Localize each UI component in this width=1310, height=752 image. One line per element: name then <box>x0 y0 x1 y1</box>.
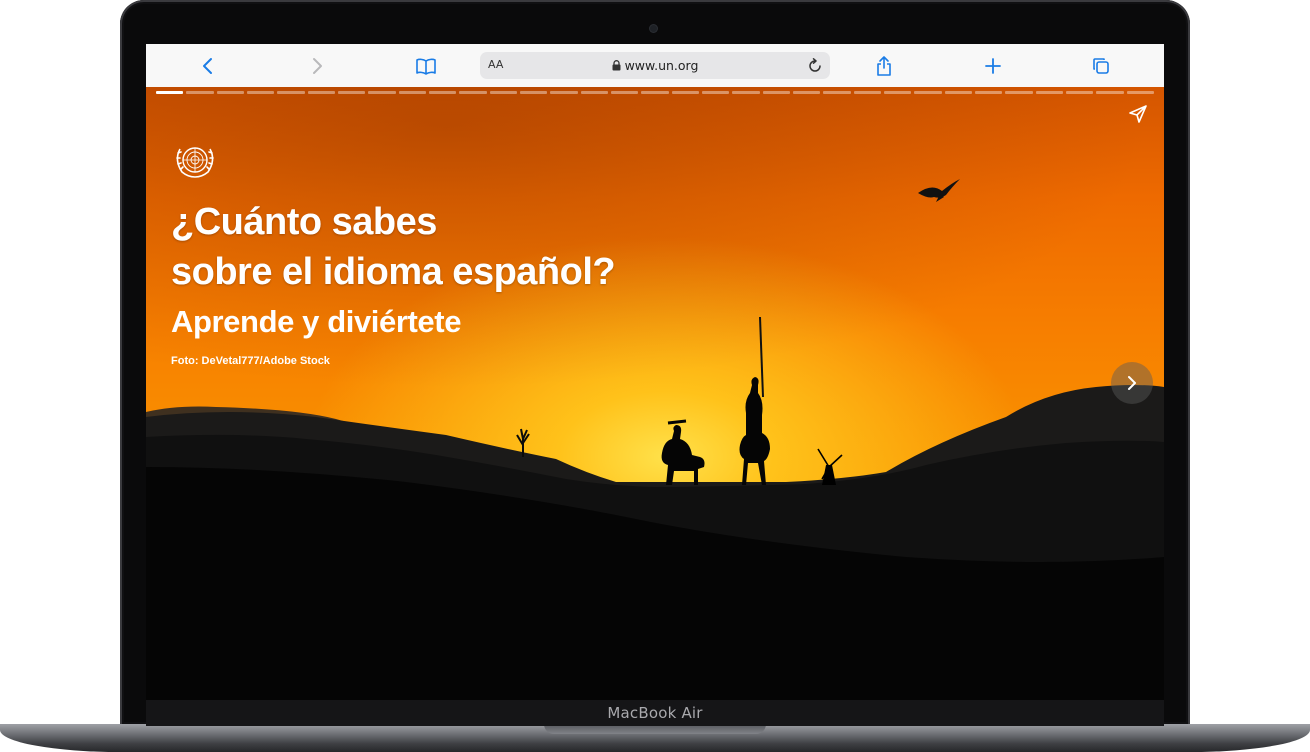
laptop-brand-label: MacBook Air <box>607 704 703 722</box>
headline-line-1: ¿Cuánto sabes <box>171 201 437 243</box>
progress-segment <box>974 91 1003 94</box>
progress-segment <box>610 91 639 94</box>
progress-segment <box>944 91 972 94</box>
progress-segment <box>732 91 760 94</box>
url-text: www.un.org <box>624 58 699 73</box>
story-progress-bar <box>156 91 1154 94</box>
lock-icon <box>612 60 621 71</box>
progress-segment <box>580 91 608 94</box>
un-emblem-icon <box>176 147 214 178</box>
progress-segment <box>398 91 426 94</box>
new-tab-button[interactable] <box>979 53 1007 79</box>
progress-segment <box>428 91 457 94</box>
progress-segment <box>914 91 942 94</box>
progress-segment <box>853 91 881 94</box>
progress-segment <box>823 91 851 94</box>
story-headline: ¿Cuánto sabes sobre el idioma español? <box>171 197 616 297</box>
progress-segment <box>216 91 244 94</box>
progress-segment <box>762 91 790 94</box>
progress-segment <box>1035 91 1063 94</box>
web-story: ¿Cuánto sabes sobre el idioma español? A… <box>146 87 1164 700</box>
share-icon <box>877 56 891 76</box>
progress-segment <box>883 91 912 94</box>
progress-segment <box>277 91 305 94</box>
progress-segment <box>1096 91 1124 94</box>
progress-segment <box>368 91 396 94</box>
back-button[interactable] <box>194 53 222 79</box>
progress-segment <box>246 91 275 94</box>
progress-segment <box>489 91 517 94</box>
progress-segment <box>156 91 184 94</box>
progress-segment <box>307 91 335 94</box>
laptop-screen: AA www.un.org ¿Cuánto sabes sobre el idi… <box>146 44 1164 700</box>
reload-icon[interactable] <box>806 57 824 75</box>
progress-segment <box>459 91 487 94</box>
silhouette-landscape <box>146 179 1164 700</box>
progress-segment <box>792 91 821 94</box>
progress-segment <box>186 91 214 94</box>
progress-segment <box>671 91 699 94</box>
progress-segment <box>519 91 548 94</box>
browser-toolbar: AA www.un.org <box>146 44 1164 88</box>
progress-segment <box>550 91 578 94</box>
progress-segment <box>1065 91 1094 94</box>
progress-segment <box>1005 91 1033 94</box>
plus-icon <box>985 58 1001 74</box>
next-page-button[interactable] <box>1111 362 1153 404</box>
progress-segment <box>1126 91 1154 94</box>
photo-credit: Foto: DeVetal777/Adobe Stock <box>171 355 330 367</box>
progress-segment <box>337 91 366 94</box>
url-display: www.un.org <box>480 58 830 73</box>
laptop-chin: MacBook Air <box>146 700 1164 726</box>
bookmarks-button[interactable] <box>412 53 440 79</box>
tabs-icon <box>1093 58 1109 74</box>
story-subheadline: Aprende y diviértete <box>171 304 462 339</box>
chevron-left-icon <box>203 58 212 74</box>
chevron-right-icon <box>313 58 322 74</box>
headline-line-2: sobre el idioma español? <box>171 251 616 293</box>
tabs-button[interactable] <box>1087 53 1115 79</box>
address-bar[interactable]: AA www.un.org <box>480 52 830 79</box>
book-icon <box>416 58 436 75</box>
camera-icon <box>650 25 657 32</box>
paper-plane-icon[interactable] <box>1128 104 1148 124</box>
forward-button[interactable] <box>303 53 331 79</box>
progress-segment <box>641 91 669 94</box>
share-button[interactable] <box>870 53 898 79</box>
progress-segment <box>701 91 730 94</box>
chevron-right-icon <box>1128 376 1136 390</box>
